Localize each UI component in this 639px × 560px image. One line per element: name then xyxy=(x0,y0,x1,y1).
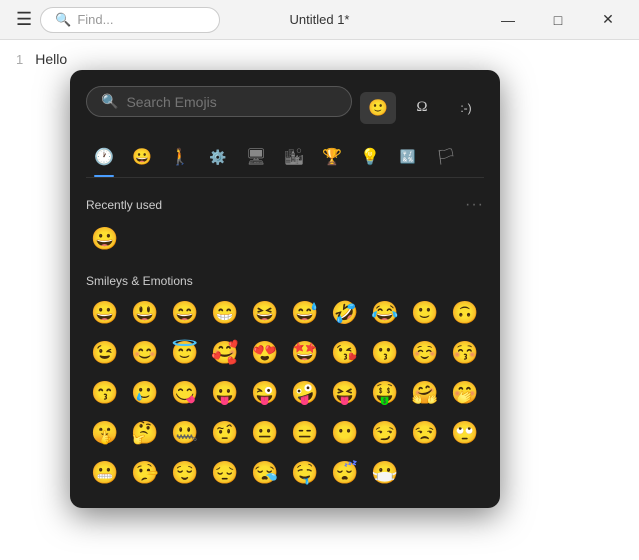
emoji-cell[interactable]: 😔 xyxy=(206,454,244,492)
emoji-cell[interactable]: 😉 xyxy=(86,334,124,372)
window-title: Untitled 1* xyxy=(290,12,350,27)
emoji-cell[interactable]: 🥰 xyxy=(206,334,244,372)
emoji-search-bar[interactable]: 🔍 xyxy=(86,86,352,117)
maximize-button[interactable]: □ xyxy=(535,5,581,35)
emoji-cell[interactable]: 😊 xyxy=(126,334,164,372)
emoji-cell[interactable]: 😷 xyxy=(366,454,404,492)
cat-recent[interactable]: 🕐 xyxy=(86,141,122,173)
cat-awards[interactable]: 🏆 xyxy=(314,141,350,173)
emoji-cell[interactable]: 🤪 xyxy=(286,374,324,412)
emoji-cell[interactable]: 😛 xyxy=(206,374,244,412)
emoji-cell[interactable]: 😗 xyxy=(366,334,404,372)
smileys-emoji-grid: 😀😃😄😁😆😅🤣😂🙂🙃 😉😊😇🥰😍🤩😘😗☺️😚 😙🥲😋😛😜🤪😝🤑🤗🤭 🤫🤔🤐🤨😐😑😶😏😒… xyxy=(86,294,484,492)
emoji-cell[interactable]: 🤨 xyxy=(206,414,244,452)
section-recently-used: Recently used ··· xyxy=(86,196,484,214)
emoji-cell[interactable]: 🙄 xyxy=(446,414,484,452)
find-placeholder: Find... xyxy=(77,12,113,27)
emoji-cell[interactable]: 😪 xyxy=(246,454,284,492)
emoji-cell[interactable]: 😴 xyxy=(326,454,364,492)
emoji-cell[interactable]: 😚 xyxy=(446,334,484,372)
emoji-cell[interactable]: 😐 xyxy=(246,414,284,452)
emoji-search-input[interactable] xyxy=(126,94,337,110)
emoji-cell[interactable]: 🤩 xyxy=(286,334,324,372)
emoji-cell[interactable]: 🤗 xyxy=(406,374,444,412)
emoji-cell[interactable]: 😝 xyxy=(326,374,364,412)
emoji-cell[interactable]: 🤑 xyxy=(366,374,404,412)
emoji-cell[interactable]: 😃 xyxy=(126,294,164,332)
emoji-cell[interactable]: 😘 xyxy=(326,334,364,372)
emoji-cell[interactable]: 😌 xyxy=(166,454,204,492)
emoji-cell[interactable]: 🤤 xyxy=(286,454,324,492)
emoji-cell[interactable]: 🤫 xyxy=(86,414,124,452)
menu-icon[interactable]: ☰ xyxy=(8,5,40,34)
emoji-cell[interactable]: 🥲 xyxy=(126,374,164,412)
emoji-cell[interactable]: 😶 xyxy=(326,414,364,452)
minimize-button[interactable]: — xyxy=(485,5,531,35)
emoji-cell[interactable]: 🙂 xyxy=(406,294,444,332)
emoji-cell[interactable]: 😙 xyxy=(86,374,124,412)
emoji-cell[interactable]: 😅 xyxy=(286,294,324,332)
emoji-cell[interactable]: 😋 xyxy=(166,374,204,412)
emoji-cell[interactable]: 😁 xyxy=(206,294,244,332)
emoji-cell[interactable]: 😍 xyxy=(246,334,284,372)
cat-smileys[interactable]: 😀 xyxy=(124,141,160,173)
tab-symbol[interactable]: Ω xyxy=(404,92,440,124)
section-smileys: Smileys & Emotions xyxy=(86,274,484,288)
search-icon: 🔍 xyxy=(101,93,118,110)
emoji-cell[interactable]: 😀 xyxy=(86,220,124,258)
section-label-text: Recently used xyxy=(86,198,162,212)
line-content: Hello xyxy=(35,51,67,67)
emoji-cell[interactable]: 🤣 xyxy=(326,294,364,332)
find-bar[interactable]: 🔍 Find... xyxy=(40,7,220,33)
category-tabs: 🕐 😀 🚶 ⚙️ 🖥 🏙 🏆 💡 🔣 🏳 xyxy=(86,141,484,178)
emoji-cell[interactable]: 😆 xyxy=(246,294,284,332)
close-button[interactable]: ✕ xyxy=(585,5,631,35)
tab-emoji[interactable]: 🙂 xyxy=(360,92,396,124)
cat-objects[interactable]: 💡 xyxy=(352,141,388,173)
emoji-cell[interactable]: 😀 xyxy=(86,294,124,332)
cat-activities[interactable]: ⚙️ xyxy=(200,141,236,173)
emoji-cell[interactable]: 🤔 xyxy=(126,414,164,452)
emoji-cell[interactable]: 😜 xyxy=(246,374,284,412)
cat-places[interactable]: 🏙 xyxy=(276,141,312,173)
emoji-cell[interactable]: 😂 xyxy=(366,294,404,332)
window-controls: — □ ✕ xyxy=(485,5,631,35)
emoji-cell[interactable]: 🤐 xyxy=(166,414,204,452)
emoji-cell[interactable]: 😑 xyxy=(286,414,324,452)
emoji-cell[interactable]: 😬 xyxy=(86,454,124,492)
emoji-cell[interactable]: 😏 xyxy=(366,414,404,452)
section-more-button[interactable]: ··· xyxy=(465,196,484,214)
line-number: 1 xyxy=(16,50,23,71)
recent-emoji-grid: 😀 xyxy=(86,220,484,258)
picker-content: Recently used ··· 😀 Smileys & Emotions 😀… xyxy=(86,188,484,492)
emoji-cell[interactable]: 😒 xyxy=(406,414,444,452)
emoji-cell[interactable]: 🙃 xyxy=(446,294,484,332)
search-icon: 🔍 xyxy=(55,12,71,28)
section-smileys-label: Smileys & Emotions xyxy=(86,274,193,288)
emoji-cell[interactable]: 🤭 xyxy=(446,374,484,412)
emoji-cell[interactable]: 😄 xyxy=(166,294,204,332)
tab-kaomoji[interactable]: :-) xyxy=(448,92,484,124)
emoji-picker: 🔍 🙂 Ω :-) 🕐 😀 🚶 ⚙️ 🖥 🏙 🏆 💡 🔣 🏳 Recently … xyxy=(70,70,500,508)
emoji-cell[interactable]: 🤥 xyxy=(126,454,164,492)
emoji-cell[interactable]: ☺️ xyxy=(406,334,444,372)
cat-people[interactable]: 🚶 xyxy=(162,141,198,173)
cat-symbols[interactable]: 🔣 xyxy=(390,141,426,173)
emoji-cell[interactable]: 😇 xyxy=(166,334,204,372)
title-bar: ☰ 🔍 Find... Untitled 1* — □ ✕ xyxy=(0,0,639,40)
cat-flags[interactable]: 🏳 xyxy=(428,141,464,173)
cat-technology[interactable]: 🖥 xyxy=(238,141,274,173)
